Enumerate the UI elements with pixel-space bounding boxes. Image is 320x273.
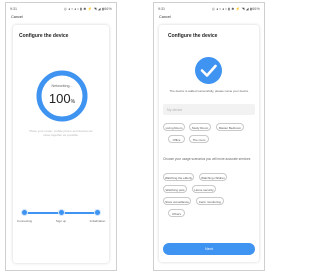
cancel-button[interactable]: Cancel	[159, 15, 171, 19]
step-label-initialization: Initialization	[89, 219, 106, 223]
step-connector	[24, 212, 61, 214]
room-chip-study-room[interactable]: Study Room	[189, 123, 211, 131]
step-dot-initialization	[94, 209, 101, 216]
status-time: 9:31	[10, 7, 17, 11]
step-label-sign-up: Sign up	[55, 219, 67, 223]
next-button[interactable]: Next	[163, 243, 255, 255]
step-label-connecting: Connecting	[16, 219, 33, 223]
usage-chip-store-surveillance[interactable]: Store surveillance	[163, 197, 191, 205]
progress-value: 100	[48, 91, 71, 106]
phone-screen-name-device: 9:31 ◎ ◂ ▪ ◂ • ▮ ✱ ⚡ ◥ ◢ ▮66% Cancel Con…	[153, 2, 265, 271]
usage-chip-others[interactable]: Others	[168, 209, 185, 217]
usage-chip-watching-elderly[interactable]: Watching the elderly	[163, 173, 194, 181]
usage-chip-watching-pets[interactable]: Watching pets	[163, 185, 187, 193]
step-dot-sign-up	[57, 209, 65, 216]
usage-chip-farm-monitoring[interactable]: Farm monitoring	[196, 197, 224, 205]
status-icons: ◎ ◂ ▪ ◂ • ▮ ✱ ⚡ ◥ ◢ ▮66%	[211, 7, 260, 11]
configure-card: Configure the device The device is added…	[159, 25, 259, 262]
step-dot-connecting	[21, 209, 28, 216]
placement-hint: Place your router, mobile phone and devi…	[29, 129, 93, 137]
card-title: Configure the device	[168, 33, 218, 39]
device-name-input[interactable]	[163, 104, 255, 115]
progress-status-text: Networking...	[51, 84, 73, 88]
room-chip-master-bedroom[interactable]: Master Bedroom	[216, 123, 244, 131]
room-chip-living-room[interactable]: Living Room	[163, 123, 185, 131]
progress-percent: 100%	[36, 91, 88, 106]
phone-screen-networking: 9:31 ◎ ◂ ▪ ◂ • ▮ ✱ ⚡ ◥ ◢ ▮66% Cancel Con…	[5, 2, 117, 271]
configure-card: Configure the device Networking... 100% …	[13, 25, 109, 263]
success-message: The device is added successfully, please…	[169, 89, 249, 93]
status-icons: ◎ ◂ ▪ ◂ • ▮ ✱ ⚡ ◥ ◢ ▮66%	[63, 7, 112, 11]
progress-ring: Networking... 100%	[36, 70, 88, 122]
cancel-button[interactable]: Cancel	[11, 15, 23, 19]
status-time: 9:31	[158, 7, 165, 11]
progress-unit: %	[70, 99, 76, 105]
status-bar: 9:31 ◎ ◂ ▪ ◂ • ▮ ✱ ⚡ ◥ ◢ ▮66%	[10, 7, 112, 12]
card-title: Configure the device	[19, 33, 69, 39]
step-connector	[61, 212, 98, 214]
usage-chip-watching-children[interactable]: Watching children	[199, 173, 227, 181]
usage-scenarios-title: Choose your usage scenarios you will mor…	[163, 157, 251, 161]
status-bar: 9:31 ◎ ◂ ▪ ◂ • ▮ ✱ ⚡ ◥ ◢ ▮66%	[158, 7, 260, 12]
progress-steps: Connecting Sign up Initialization	[17, 209, 105, 229]
usage-chip-home-security[interactable]: Home security	[192, 185, 216, 193]
room-chip-the-room[interactable]: The room	[189, 135, 209, 143]
room-chip-office[interactable]: Office	[168, 135, 185, 143]
check-icon	[195, 57, 222, 84]
